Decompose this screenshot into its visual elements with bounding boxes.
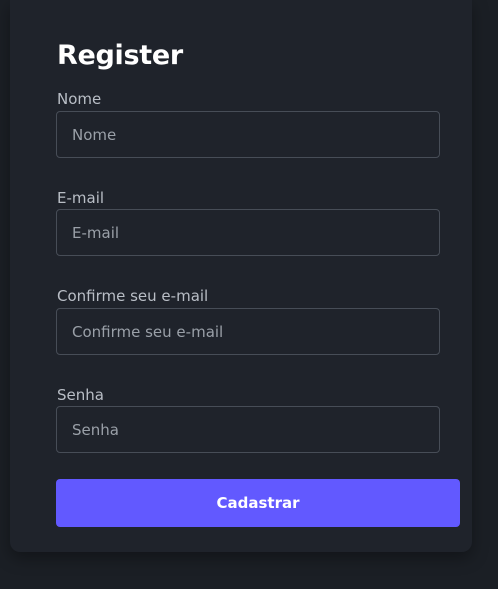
nome-label: Nome — [57, 90, 102, 108]
email-label: E-mail — [57, 189, 105, 207]
senha-label: Senha — [57, 386, 104, 404]
nome-input[interactable] — [56, 111, 440, 158]
cadastrar-button[interactable]: Cadastrar — [56, 479, 460, 527]
confirm-email-input[interactable] — [56, 308, 440, 355]
confirm-email-label: Confirme seu e-mail — [57, 287, 209, 305]
email-input[interactable] — [56, 209, 440, 256]
senha-input[interactable] — [56, 406, 440, 453]
page-title: Register — [57, 40, 183, 71]
register-card: Register Nome E-mail Confirme seu e-mail… — [10, 0, 472, 552]
